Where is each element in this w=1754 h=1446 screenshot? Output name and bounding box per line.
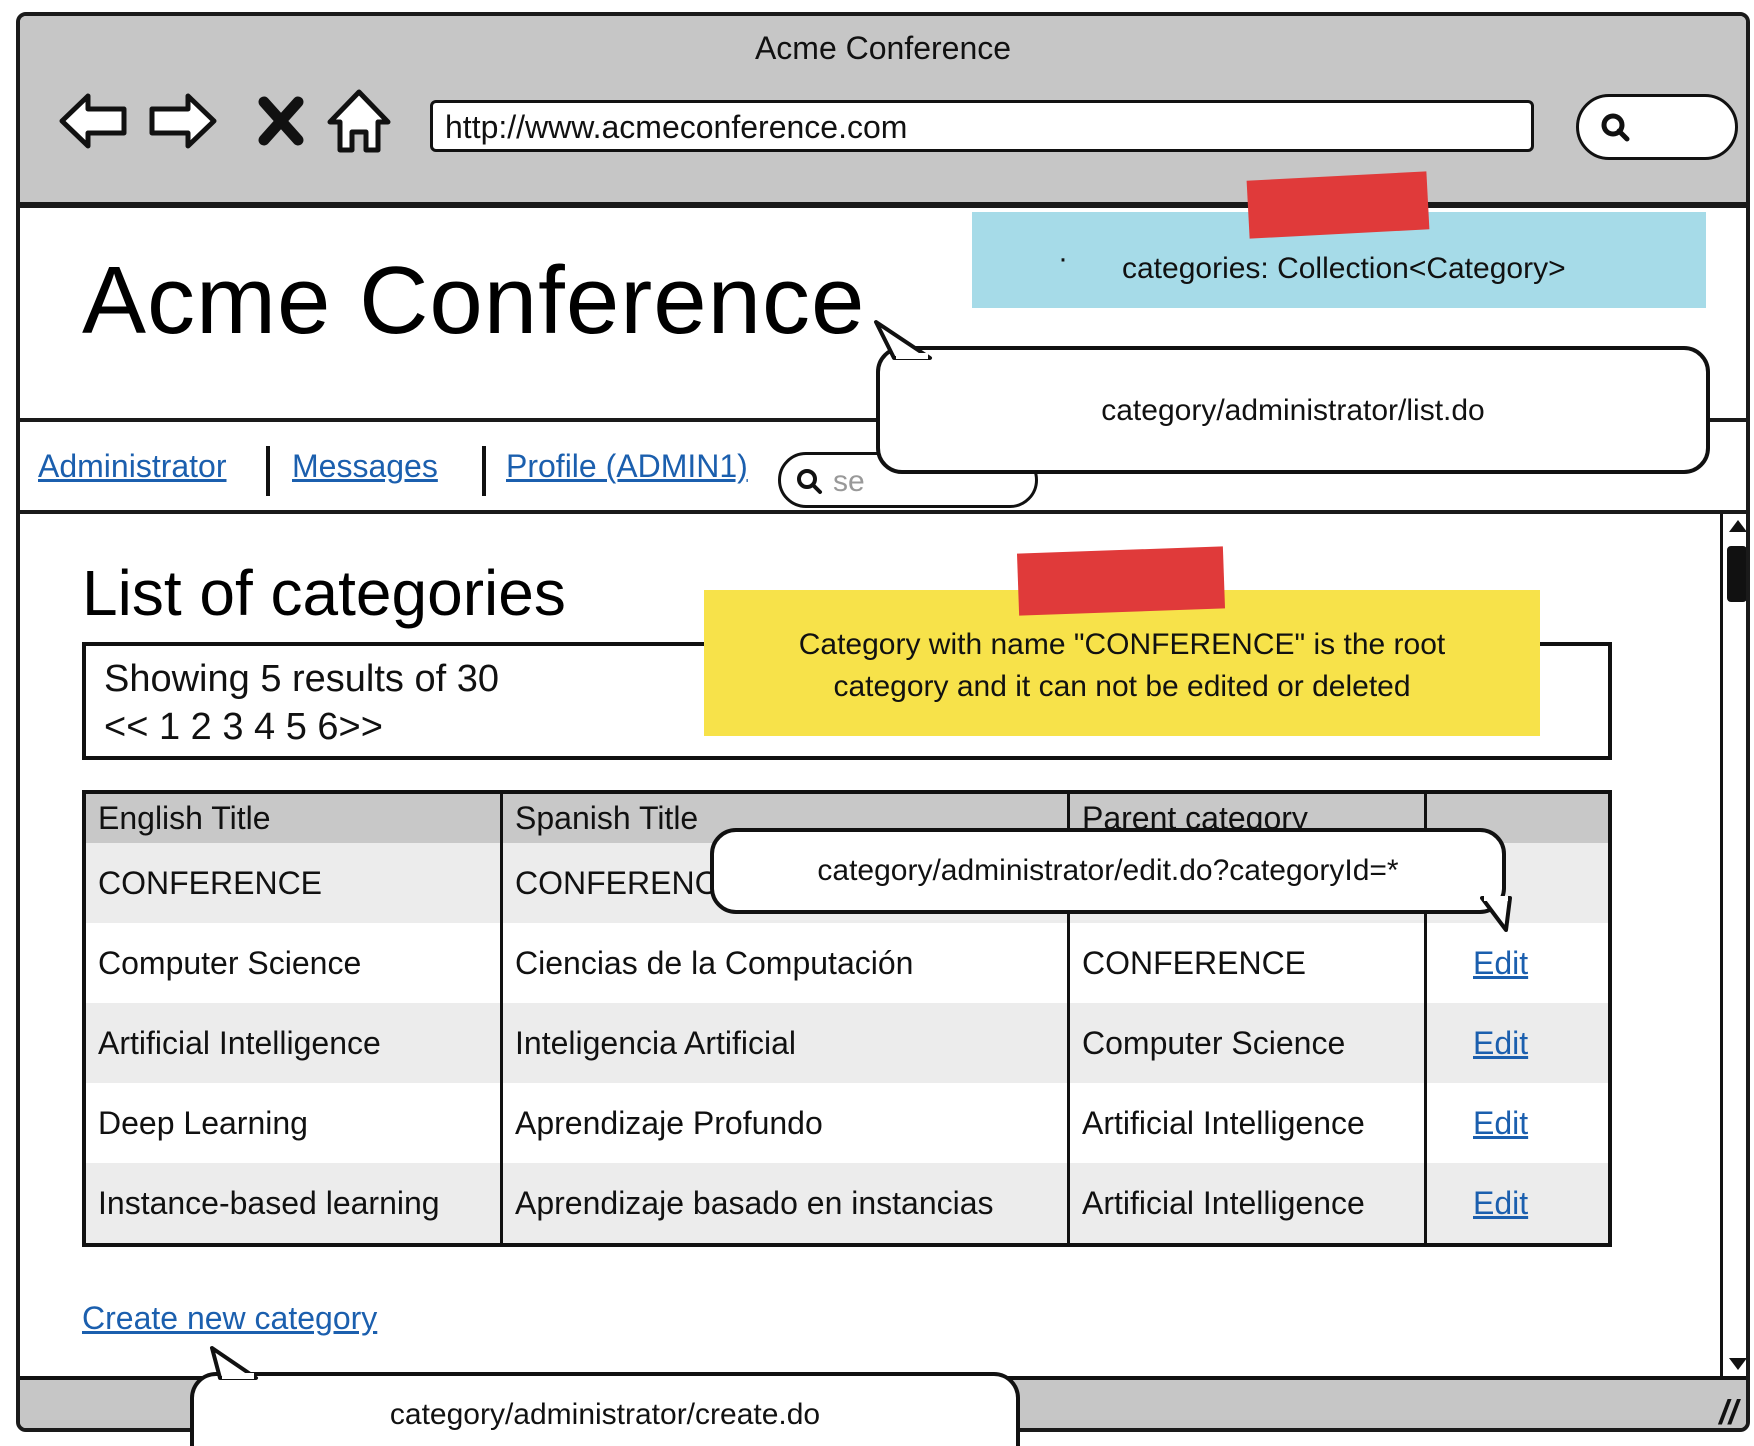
- cell-action: Edit: [1425, 1163, 1610, 1245]
- cell-parent-category: Computer Science: [1068, 1003, 1427, 1083]
- sticky-tape: [1016, 546, 1226, 616]
- vertical-scrollbar[interactable]: [1720, 514, 1746, 1376]
- model-note-text: categories: Collection<Category>: [1122, 252, 1566, 285]
- cell-parent-category: CONFERENCE: [1068, 923, 1427, 1003]
- note-bullet: ·: [1058, 242, 1068, 275]
- url-text: http://www.acmeconference.com: [445, 109, 908, 145]
- search-icon: [797, 469, 822, 494]
- cell-action: Edit: [1426, 1083, 1611, 1163]
- table-row: Instance-based learning Aprendizaje basa…: [84, 1163, 1610, 1245]
- menu-item-messages[interactable]: Messages: [292, 448, 438, 485]
- browser-chrome: Acme Conference http://www.acmeconferenc…: [20, 16, 1746, 208]
- root-note-line: category and it can not be edited or del…: [833, 670, 1411, 703]
- edit-link[interactable]: Edit: [1473, 1105, 1528, 1141]
- edit-link[interactable]: Edit: [1473, 945, 1528, 981]
- window-title: Acme Conference: [754, 30, 1012, 66]
- table-row: Computer Science Ciencias de la Computac…: [84, 923, 1610, 1003]
- site-title: Acme Conference: [82, 247, 866, 354]
- browser-search-field[interactable]: [1576, 94, 1738, 160]
- scroll-up-arrow-icon[interactable]: [1729, 520, 1746, 532]
- list-url-text: category/administrator/list.do: [1101, 394, 1485, 427]
- cell-english-title: Artificial Intelligence: [84, 1003, 503, 1083]
- menu-divider: [482, 446, 486, 496]
- cell-action: Edit: [1425, 1003, 1610, 1083]
- home-icon[interactable]: [320, 82, 398, 160]
- callout-pointer: [1480, 896, 1512, 932]
- stop-x-icon[interactable]: [242, 82, 320, 160]
- callout-pointer: [210, 1346, 258, 1380]
- menu-item-profile[interactable]: Profile (ADMIN1): [506, 448, 748, 485]
- cell-spanish-title: Aprendizaje basado en instancias: [501, 1163, 1070, 1245]
- cell-parent-category: Artificial Intelligence: [1068, 1163, 1427, 1245]
- cell-spanish-title: Inteligencia Artificial: [501, 1003, 1070, 1083]
- column-header-english-title: English Title: [84, 792, 503, 843]
- create-url-text: category/administrator/create.do: [389, 1398, 821, 1431]
- menu-divider: [266, 446, 270, 496]
- edit-url-text: category/administrator/edit.do?categoryI…: [817, 854, 1399, 887]
- edit-link[interactable]: Edit: [1473, 1185, 1528, 1221]
- edit-link[interactable]: Edit: [1473, 1025, 1528, 1061]
- menu-item-administrator[interactable]: Administrator: [38, 448, 227, 485]
- cell-spanish-title: Aprendizaje Profundo: [501, 1083, 1070, 1163]
- table-row: Artificial Intelligence Inteligencia Art…: [84, 1003, 1610, 1083]
- cell-english-title: Deep Learning: [84, 1083, 503, 1163]
- results-count: Showing 5 results of 30: [104, 658, 500, 700]
- address-bar[interactable]: http://www.acmeconference.com: [430, 100, 1534, 152]
- scroll-thumb[interactable]: [1727, 546, 1746, 602]
- cell-english-title: Computer Science: [84, 923, 503, 1003]
- table-row: Deep Learning Aprendizaje Profundo Artif…: [84, 1083, 1610, 1163]
- cell-english-title: CONFERENCE: [84, 843, 503, 923]
- cell-english-title: Instance-based learning: [84, 1163, 503, 1245]
- cell-spanish-title: Ciencias de la Computación: [501, 923, 1070, 1003]
- list-url-callout: category/administrator/list.do: [876, 346, 1710, 474]
- cell-parent-category: Artificial Intelligence: [1068, 1083, 1427, 1163]
- callout-pointer: [874, 320, 932, 360]
- back-arrow-icon[interactable]: [54, 82, 132, 160]
- edit-url-callout: category/administrator/edit.do?categoryI…: [710, 828, 1506, 914]
- page-title: List of categories: [82, 557, 566, 629]
- page-links[interactable]: << 1 2 3 4 5 6>>: [104, 706, 383, 749]
- root-note-line: Category with name "CONFERENCE" is the r…: [798, 628, 1446, 661]
- search-icon: [1601, 113, 1630, 142]
- forward-arrow-icon[interactable]: [144, 82, 222, 160]
- create-category-link[interactable]: Create new category: [82, 1300, 377, 1337]
- scroll-down-arrow-icon[interactable]: [1729, 1358, 1746, 1370]
- search-placeholder: se: [833, 465, 865, 498]
- resize-grip-icon[interactable]: //: [1719, 1394, 1738, 1428]
- sticky-tape: [1246, 171, 1430, 239]
